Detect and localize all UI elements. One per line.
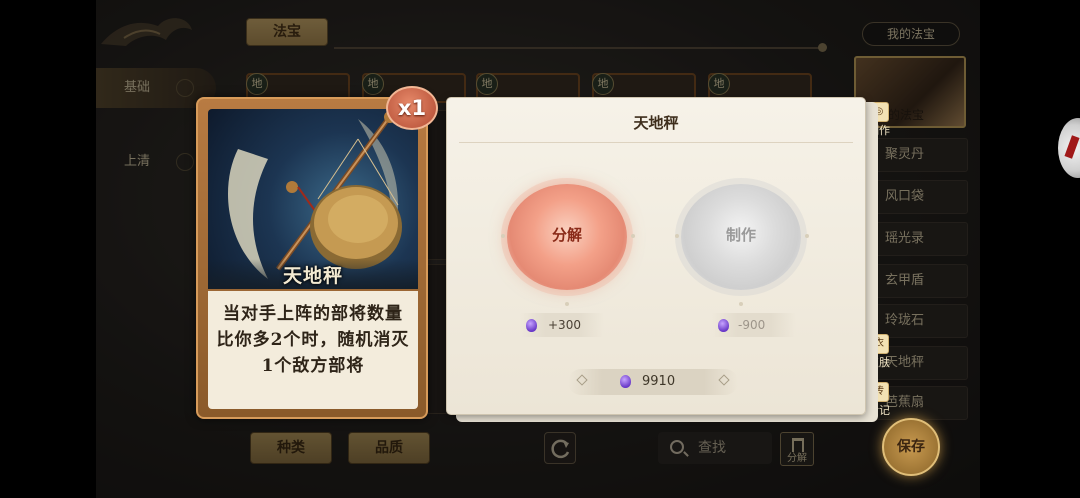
craft-cost-value: -900	[738, 318, 766, 332]
earth-grade-badge: 地	[246, 73, 268, 95]
craft-label: 制作	[725, 226, 756, 244]
decompose-mode-button[interactable]: 分解	[780, 432, 814, 466]
filter-type-button[interactable]: 种类	[250, 432, 332, 464]
spirit-gem-icon	[620, 375, 631, 388]
decompose-mode-label: 分解	[787, 453, 807, 464]
ornament-dot	[739, 302, 743, 306]
currency-total: 9910	[568, 369, 738, 395]
craft-button[interactable]: 制作	[681, 184, 801, 290]
craft-cost: -900	[712, 313, 796, 337]
sidebar-item-label: 上清	[124, 154, 151, 169]
ornament-dot	[631, 234, 635, 238]
tab-underline	[334, 47, 822, 49]
diamond-ornament-icon	[718, 374, 730, 386]
ornament-dot	[565, 302, 569, 306]
basic-emblem-icon	[176, 79, 194, 97]
diamond-ornament-icon	[576, 374, 588, 386]
sidebar-item-label: 基础	[124, 80, 151, 95]
fabao-card: 天地秤 当对手上阵的部将数量比你多2个时，随机消灭1个敌方部将	[196, 97, 428, 419]
card-count-badge: x1	[386, 86, 438, 130]
ornament-dot	[805, 234, 809, 238]
popup-divider	[459, 142, 853, 143]
earth-grade-badge: 地	[476, 73, 498, 95]
decompose-label: 分解	[551, 226, 582, 244]
ornament-dot	[675, 234, 679, 238]
refresh-icon	[551, 439, 570, 459]
earth-grade-badge: 地	[362, 73, 384, 95]
search-icon	[670, 440, 684, 454]
decompose-button[interactable]: 分解	[507, 184, 627, 290]
popup-title: 天地秤	[633, 114, 679, 132]
card-title: 天地秤	[282, 265, 343, 287]
floating-avatar[interactable]	[1058, 118, 1080, 178]
decompose-gain-value: +300	[548, 318, 581, 332]
spirit-gem-icon	[718, 319, 729, 332]
search-placeholder: 查找	[698, 440, 726, 456]
spirit-gem-icon	[526, 319, 537, 332]
save-button[interactable]: 保存	[882, 418, 940, 476]
refresh-button[interactable]	[544, 432, 576, 464]
currency-total-value: 9910	[642, 374, 676, 389]
card-description-box: 当对手上阵的部将数量比你多2个时，随机消灭1个敌方部将	[208, 291, 418, 409]
card-description: 当对手上阵的部将数量比你多2个时，随机消灭1个敌方部将	[216, 304, 410, 376]
ornament-dot	[501, 234, 505, 238]
search-input[interactable]: 查找	[658, 432, 772, 464]
shangqing-emblem-icon	[176, 153, 194, 171]
earth-grade-badge: 地	[592, 73, 614, 95]
decompose-craft-popup: 天地秤 分解 制作	[446, 97, 866, 415]
cloud-ornament-icon	[101, 18, 192, 46]
my-fabao-header: 我的法宝	[862, 22, 960, 46]
tab-line-end-dot	[818, 43, 827, 52]
decompose-gain: +300	[520, 313, 604, 337]
filter-quality-button[interactable]: 品质	[348, 432, 430, 464]
tab-fabao[interactable]: 法宝	[246, 18, 328, 46]
earth-grade-badge: 地	[708, 73, 730, 95]
